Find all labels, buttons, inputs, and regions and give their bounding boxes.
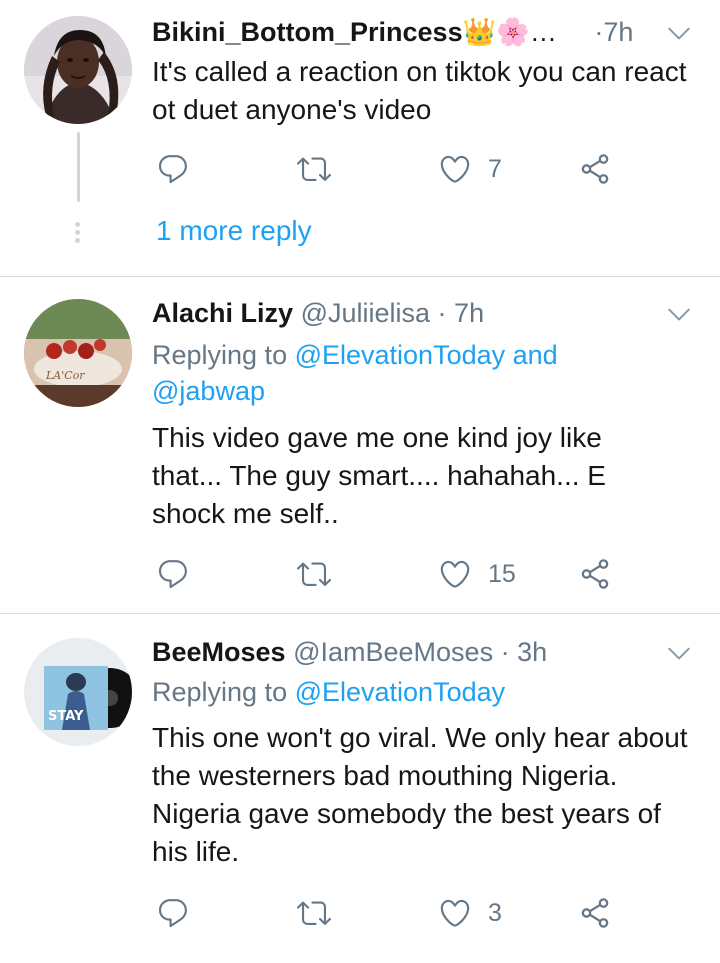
replying-to: Replying to @ElevationToday [152,674,690,710]
retweet-button[interactable] [297,149,347,189]
like-icon [438,896,472,930]
like-icon [438,557,472,591]
retweet-button[interactable] [297,554,347,594]
replying-to: Replying to @ElevationToday and @jabwap [152,337,612,409]
timestamp[interactable]: 7h [603,17,633,47]
more-replies-link[interactable]: 1 more reply [156,212,312,250]
chevron-down-icon[interactable] [666,20,692,46]
tweet-1[interactable]: Bikini_Bottom_Princess👑🌸… ·7h It's calle… [0,0,720,276]
avatar[interactable] [24,16,132,124]
separator-dot: · [437,298,447,328]
share-button[interactable] [578,554,612,594]
share-button[interactable] [578,893,612,933]
reply-button[interactable] [156,893,206,933]
like-count: 15 [488,559,516,588]
share-icon [578,896,612,930]
tweet-text: It's called a reaction on tiktok you can… [152,56,687,125]
display-name[interactable]: BeeMoses [152,637,286,667]
tweet-header: Alachi Lizy @Juliielisa · 7h [152,295,640,331]
separator-dot: · [500,637,510,667]
avatar[interactable]: LA'Cor [24,299,132,407]
retweet-icon [297,896,331,930]
tweet-2[interactable]: LA'Cor Alachi Lizy @Juliielisa · 7h Repl… [0,277,720,613]
share-icon [578,152,612,186]
like-icon [438,152,472,186]
chevron-down-icon[interactable] [666,640,692,666]
tweet-header: Bikini_Bottom_Princess👑🌸… ·7h [152,14,640,50]
mention-link[interactable]: @ElevationToday [295,677,506,707]
like-button[interactable]: 7 [438,149,502,189]
display-name[interactable]: Alachi Lizy [152,298,293,328]
timestamp[interactable]: 7h [454,298,484,328]
timestamp[interactable]: 3h [517,637,547,667]
tweet-actions: 3 [152,893,622,933]
share-icon [578,557,612,591]
tweet-header: BeeMoses @IamBeeMoses · 3h [152,634,640,670]
tweet-text: This one won't go viral. We only hear ab… [152,722,688,867]
like-button[interactable]: 3 [438,893,502,933]
handle[interactable]: @IamBeeMoses [293,637,493,667]
avatar[interactable]: STAY [24,638,132,746]
retweet-button[interactable] [297,893,347,933]
handle[interactable]: @Juliielisa [301,298,430,328]
tweet-3[interactable]: STAY BeeMoses @IamBeeMoses · 3h Replying… [0,614,720,963]
svg-text:LA'Cor: LA'Cor [45,369,85,382]
replying-label: Replying to [152,340,295,370]
tweet-actions: 7 [152,149,622,189]
separator-dot: · [594,17,604,47]
reply-button[interactable] [156,554,206,594]
chevron-down-icon[interactable] [666,301,692,327]
reply-icon [156,557,190,591]
retweet-icon [297,557,331,591]
thread-line [77,132,80,202]
like-count: 3 [488,898,502,927]
tweet-actions: 15 [152,554,622,594]
name-emoji: 👑🌸… [462,17,557,47]
share-button[interactable] [578,149,612,189]
like-count: 7 [488,154,502,183]
thread-dots [75,222,81,246]
reply-icon [156,896,190,930]
svg-text:STAY: STAY [48,709,84,724]
reply-button[interactable] [156,149,206,189]
reply-icon [156,152,190,186]
replying-label: Replying to [152,677,295,707]
like-button[interactable]: 15 [438,554,516,594]
tweet-text: This video gave me one kind joy like tha… [152,422,606,529]
display-name[interactable]: Bikini_Bottom_Princess [152,17,463,47]
retweet-icon [297,152,331,186]
